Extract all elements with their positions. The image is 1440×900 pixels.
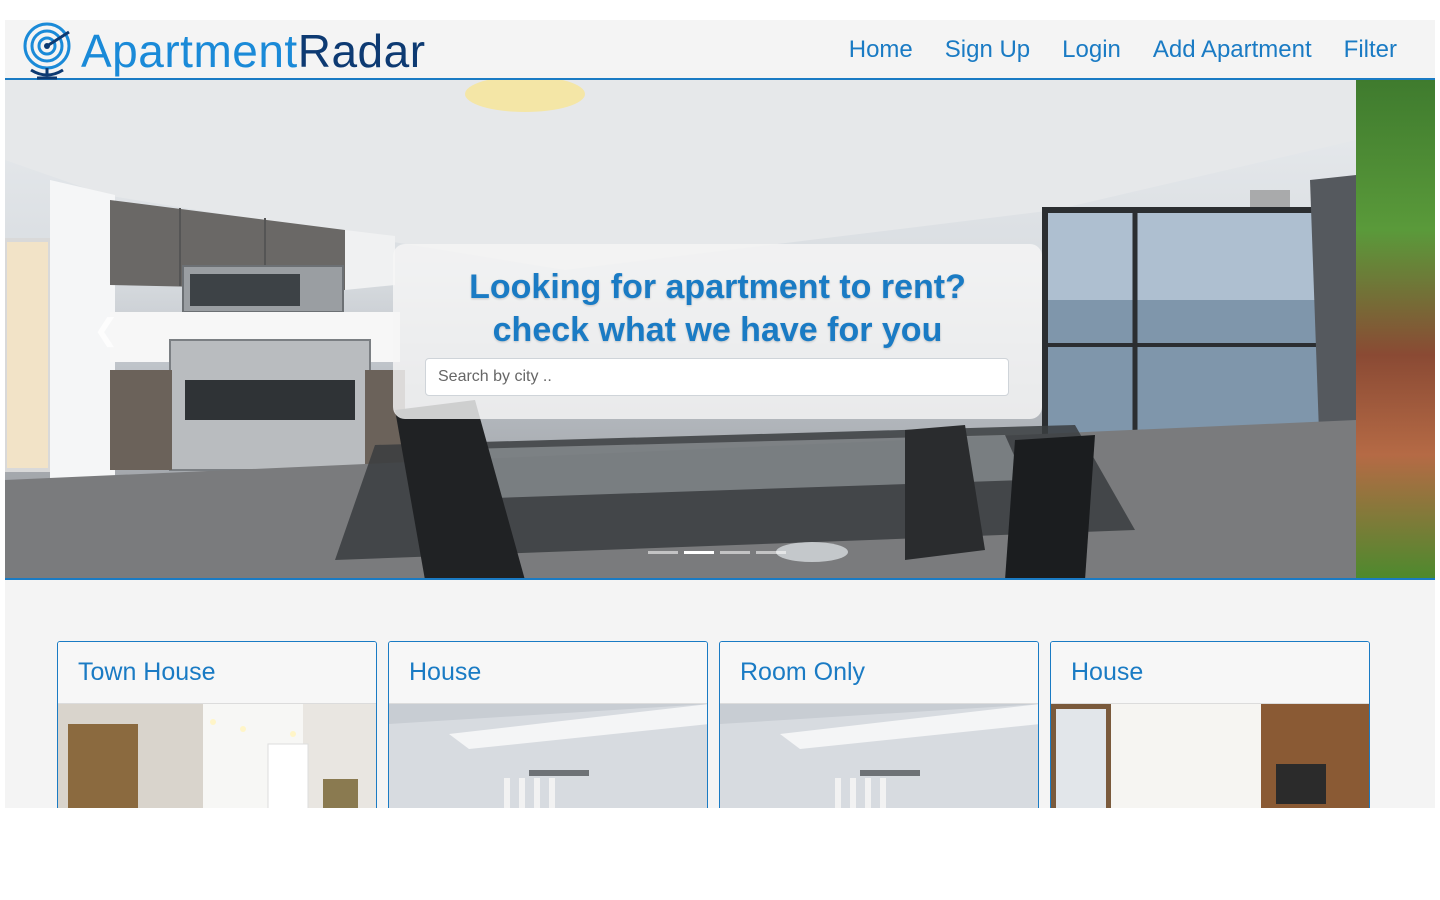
next-slide-preview (1356, 80, 1435, 578)
listing-image[interactable] (720, 704, 1038, 808)
app-window: ApartmentRadar Home Sign Up Login Add Ap… (5, 20, 1435, 808)
hero-search-card: Looking for apartment to rent? check wha… (393, 244, 1042, 419)
nav-home[interactable]: Home (849, 36, 913, 64)
card-header: Room Only (720, 642, 1038, 704)
brand-name: ApartmentRadar (81, 28, 426, 74)
card-header: House (389, 642, 707, 704)
brand-name-part1: Apartment (81, 25, 298, 77)
listings-grid: Town House House Room Only House (57, 641, 1370, 808)
city-search-input[interactable] (425, 358, 1009, 396)
nav-sign-up[interactable]: Sign Up (945, 36, 1030, 64)
nav-menu: Home Sign Up Login Add Apartment Filter (849, 20, 1397, 80)
hero-title-line1: Looking for apartment to rent? (469, 268, 966, 306)
chevron-left-icon[interactable]: ❮ (93, 314, 119, 348)
listing-title: House (409, 658, 482, 686)
listing-card[interactable]: House (1050, 641, 1370, 808)
navbar: ApartmentRadar Home Sign Up Login Add Ap… (5, 20, 1435, 80)
nav-login[interactable]: Login (1062, 36, 1121, 64)
nav-add-apartment[interactable]: Add Apartment (1153, 36, 1312, 64)
listing-image[interactable] (1051, 704, 1369, 808)
hero-title: Looking for apartment to rent? check wha… (393, 266, 1042, 352)
carousel-indicators (648, 551, 786, 554)
listing-card[interactable]: House (388, 641, 708, 808)
listing-card[interactable]: Room Only (719, 641, 1039, 808)
listing-image[interactable] (58, 704, 376, 808)
card-header: Town House (58, 642, 376, 704)
listing-image[interactable] (389, 704, 707, 808)
hero-carousel: ❮ Looking for apartment to rent? check w… (5, 80, 1435, 580)
nav-filter[interactable]: Filter (1344, 36, 1397, 64)
brand[interactable]: ApartmentRadar (21, 22, 426, 80)
radar-globe-icon (23, 22, 71, 80)
carousel-indicator[interactable] (648, 551, 678, 554)
brand-name-part2: Radar (297, 25, 426, 77)
carousel-indicator-active[interactable] (684, 551, 714, 554)
carousel-indicator[interactable] (720, 551, 750, 554)
hero-title-line2: check what we have for you (492, 311, 943, 349)
listing-title: Room Only (740, 658, 866, 686)
card-header: House (1051, 642, 1369, 704)
listing-title: Town House (78, 658, 216, 686)
listing-title: House (1071, 658, 1144, 686)
listing-card[interactable]: Town House (57, 641, 377, 808)
carousel-indicator[interactable] (756, 551, 786, 554)
